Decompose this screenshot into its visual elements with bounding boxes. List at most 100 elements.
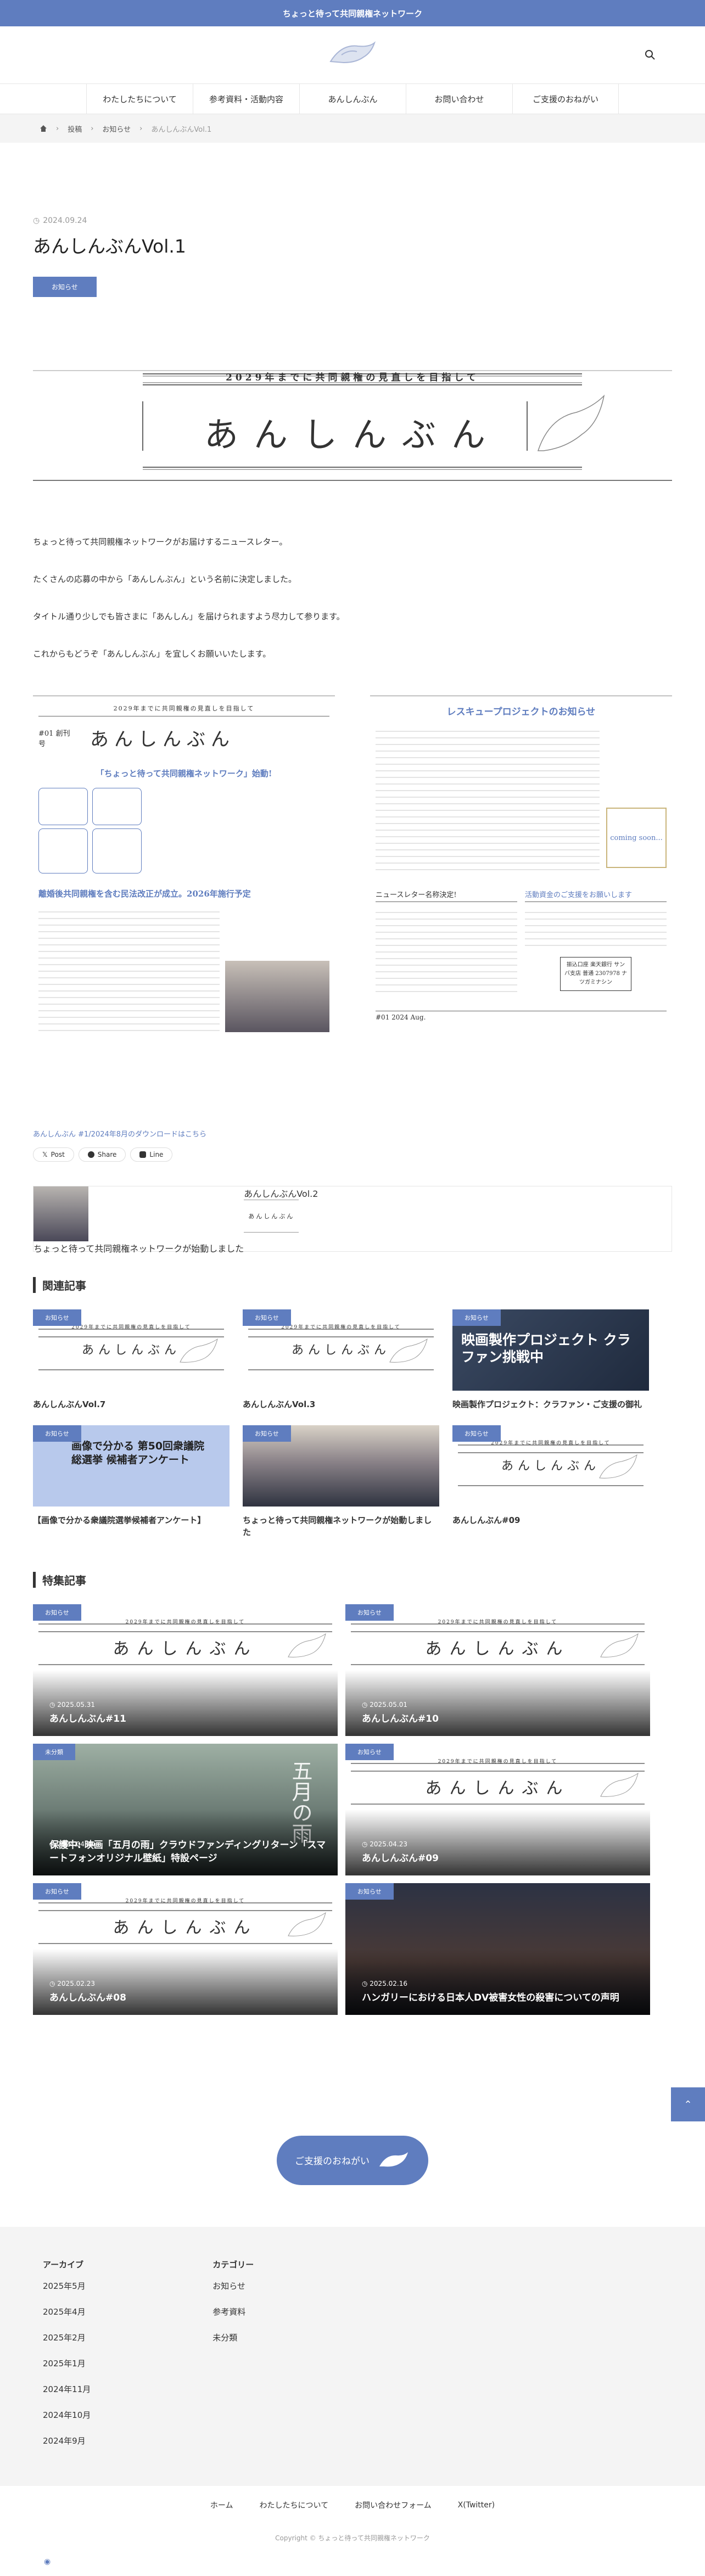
nl-support: 活動資金のご支援をお願いします bbox=[525, 889, 667, 902]
nav-item-support[interactable]: ご支援のおねがい bbox=[512, 84, 619, 114]
featured-card[interactable]: あんしんぶん 2029年までに共同親権の見直しを目指して お知らせ ◷ 2025.05… bbox=[33, 1604, 338, 1736]
nl-issue: #01 創刊号 bbox=[38, 729, 70, 748]
site-title: ちょっと待って共同親権ネットワーク bbox=[282, 8, 423, 19]
support-cta-button[interactable]: ご支援のおねがい bbox=[277, 2135, 428, 2185]
post-date-text: 2024.09.24 bbox=[43, 216, 87, 225]
copyright: Copyright © ちょっと待って共同親権ネットワーク bbox=[275, 2534, 430, 2542]
nl-name-decided: ニュースレター名称決定! bbox=[376, 889, 517, 902]
related-title: 【画像で分かる衆議院選挙候補者アンケート】 bbox=[33, 1515, 206, 1525]
nl-header: 2029年までに共同親権の見直しを目指して bbox=[38, 704, 329, 716]
archive-link[interactable]: 2025年5月 bbox=[43, 2280, 91, 2292]
breadcrumb-news[interactable]: お知らせ bbox=[102, 124, 131, 134]
related-title: あんしんぶん#09 bbox=[452, 1515, 521, 1525]
related-thumb: 映画製作プロジェクト クラファン挑戦中 お知らせ bbox=[452, 1309, 649, 1391]
related-card[interactable]: あんしんぶん 2029年までに共同親権の見直しを目指して お知らせ あんしんぶんVol… bbox=[33, 1309, 230, 1411]
footer-nav-home[interactable]: ホーム bbox=[210, 2500, 233, 2511]
category-badge: お知らせ bbox=[33, 1425, 81, 1442]
share-facebook-label: Share bbox=[97, 1151, 117, 1158]
rss-icon[interactable]: ◉ bbox=[44, 2557, 51, 2566]
category-badge: お知らせ bbox=[33, 1309, 81, 1326]
article: ◷ 2024.09.24 あんしんぶんVol.1 お知らせ 2029年までに共同親… bbox=[0, 216, 705, 2185]
nav-item-anshinbun[interactable]: あんしんぶん bbox=[299, 84, 406, 114]
related-card[interactable]: 映画製作プロジェクト クラファン挑戦中 お知らせ映画製作プロジェクト：クラファン・… bbox=[452, 1309, 649, 1411]
thumb-title: あんしんぶん bbox=[501, 1459, 600, 1473]
global-nav: わたしたちについて 参考資料・活動内容 あんしんぶん お問い合わせ ご支援のおね… bbox=[0, 83, 705, 114]
related-grid: あんしんぶん 2029年までに共同親権の見直しを目指して お知らせあんしんぶんVol… bbox=[33, 1309, 672, 1539]
featured-card[interactable]: あんしんぶん 2029年までに共同親権の見直しを目指して お知らせ ◷ 2025.04… bbox=[345, 1743, 650, 1875]
dove-logo-icon[interactable] bbox=[325, 38, 380, 71]
archive-link[interactable]: 2025年2月 bbox=[43, 2332, 91, 2343]
thumb-title: あんしんぶん bbox=[425, 1778, 570, 1798]
archive-link[interactable]: 2024年10月 bbox=[43, 2409, 91, 2421]
category-link[interactable]: お知らせ bbox=[212, 2280, 254, 2292]
related-card[interactable]: あんしんぶん 2029年までに共同親権の見直しを目指して お知らせ あんしんぶん#09 bbox=[452, 1425, 649, 1539]
breadcrumb: › 投稿 › お知らせ › あんしんぶんVol.1 bbox=[0, 114, 705, 143]
share-x-button[interactable]: 𝕏 Post bbox=[33, 1147, 74, 1162]
share-line-button[interactable]: Line bbox=[130, 1147, 173, 1162]
featured-title: あんしんぶん#10 bbox=[362, 1713, 439, 1724]
category-link[interactable]: 未分類 bbox=[212, 2332, 254, 2343]
category-button[interactable]: お知らせ bbox=[33, 277, 97, 297]
related-card[interactable]: お知らせ ちょっと待って共同親権ネットワークが始動しました bbox=[243, 1425, 439, 1539]
archive-link[interactable]: 2025年4月 bbox=[43, 2306, 91, 2317]
article-paragraph: これからもどうぞ「あんしんぶん」を宜しくお願いいたします。 bbox=[33, 649, 271, 659]
chevron-up-icon: ⌃ bbox=[684, 2098, 692, 2110]
breadcrumb-posts[interactable]: 投稿 bbox=[68, 124, 82, 134]
next-post-link[interactable]: あんしんぶんVol.2 あんしんぶん bbox=[244, 1186, 318, 1251]
share-x-label: Post bbox=[51, 1151, 65, 1158]
archive-link[interactable]: 2025年1月 bbox=[43, 2357, 91, 2369]
featured-date: ◷ 2025.05.31 bbox=[49, 1700, 95, 1709]
featured-card[interactable]: あんしんぶん 2029年までに共同親権の見直しを目指して お知らせ ◷ 2025.02… bbox=[33, 1883, 338, 2015]
featured-date: ◷ 2025.05.01 bbox=[362, 1700, 407, 1709]
article-paragraph: たくさんの応募の中から「あんしんぶん」という名前に決定しました。 bbox=[33, 574, 297, 584]
breadcrumb-current: あんしんぶんVol.1 bbox=[151, 125, 212, 134]
footer-nav-contact[interactable]: お問い合わせフォーム bbox=[355, 2500, 432, 2511]
category-badge: お知らせ bbox=[452, 1425, 501, 1442]
related-title: ちょっと待って共同親権ネットワークが始動しました bbox=[243, 1515, 432, 1538]
footer-nav: ホーム わたしたちについて お問い合わせフォーム X(Twitter) bbox=[0, 2486, 705, 2524]
share-buttons: 𝕏 Post Share Line bbox=[33, 1147, 672, 1162]
nl-launch: 「ちょっと待って共同親権ネットワーク」始動! bbox=[96, 769, 272, 779]
category-link[interactable]: 参考資料 bbox=[212, 2306, 254, 2317]
post-navigation: ちょっと待って共同親権ネットワークが始動しました あんしんぶんVol.2 あんし… bbox=[33, 1186, 672, 1254]
prev-post-link[interactable]: ちょっと待って共同親権ネットワークが始動しました bbox=[33, 1186, 244, 1254]
search-icon[interactable] bbox=[645, 49, 656, 60]
prev-post-thumb bbox=[33, 1186, 88, 1241]
pdf-download-link[interactable]: あんしんぶん #1/2024年8月のダウンロードはこちら bbox=[33, 1128, 672, 1139]
clock-icon: ◷ bbox=[33, 216, 40, 225]
footer-nav-about[interactable]: わたしたちについて bbox=[259, 2500, 328, 2511]
archive-link[interactable]: 2024年11月 bbox=[43, 2383, 91, 2395]
footer-nav-twitter[interactable]: X(Twitter) bbox=[458, 2501, 495, 2510]
page-top-button[interactable]: ⌃ bbox=[671, 2087, 705, 2121]
related-thumb: 画像で分かる 第50回衆議院総選挙 候補者アンケート お知らせ bbox=[33, 1425, 230, 1507]
related-card[interactable]: 画像で分かる 第50回衆議院総選挙 候補者アンケート お知らせ【画像で分かる衆議院… bbox=[33, 1425, 230, 1539]
related-title: あんしんぶんVol.3 bbox=[243, 1399, 316, 1409]
newsletter-image[interactable]: 2029年までに共同親権の見直しを目指して #01 創刊号 あんしんぶん 「ちょ… bbox=[33, 696, 672, 1113]
featured-date: ◷ 2025.02.16 bbox=[362, 1979, 407, 1987]
home-icon[interactable] bbox=[40, 125, 47, 132]
category-badge: お知らせ bbox=[243, 1309, 291, 1326]
next-post-title: あんしんぶんVol.2 bbox=[244, 1189, 318, 1199]
featured-card[interactable]: お知らせ ◷ 2025.02.16 ハンガリーにおける日本人DV被害女性の殺害につい… bbox=[345, 1883, 650, 2015]
next-post-thumb: あんしんぶん bbox=[244, 1200, 299, 1233]
chevron-right-icon: › bbox=[139, 124, 143, 133]
archive-link[interactable]: 2024年9月 bbox=[43, 2435, 91, 2446]
category-badge: お知らせ bbox=[345, 1743, 394, 1760]
featured-card[interactable]: 五月の雨 未分類 ◷ 2024.04.30 保護中: 映画「五月の雨」クラウドファンデ… bbox=[33, 1743, 338, 1875]
footer-widgets: アーカイブ 2025年5月 2025年4月 2025年2月 2025年1月 2024年1… bbox=[0, 2226, 705, 2486]
related-title: 映画製作プロジェクト：クラファン・ご支援の御礼 bbox=[452, 1399, 642, 1409]
nav-item-resources[interactable]: 参考資料・活動内容 bbox=[193, 84, 299, 114]
nav-item-contact[interactable]: お問い合わせ bbox=[406, 84, 512, 114]
related-thumb: あんしんぶん 2029年までに共同親権の見直しを目指して お知らせ bbox=[243, 1309, 439, 1391]
related-title: あんしんぶんVol.7 bbox=[33, 1399, 106, 1409]
featured-card[interactable]: あんしんぶん 2029年までに共同親権の見直しを目指して お知らせ ◷ 2025.05… bbox=[345, 1604, 650, 1736]
nl-rescue: レスキュープロジェクトのお知らせ bbox=[446, 707, 596, 718]
nav-item-about[interactable]: わたしたちについて bbox=[86, 84, 193, 114]
share-facebook-button[interactable]: Share bbox=[78, 1147, 126, 1162]
related-card[interactable]: あんしんぶん 2029年までに共同親権の見直しを目指して お知らせあんしんぶんVol… bbox=[243, 1309, 439, 1411]
thumb-title: あんしんぶん bbox=[113, 1918, 258, 1937]
featured-grid: あんしんぶん 2029年までに共同親権の見直しを目指して お知らせ ◷ 2025.05… bbox=[33, 1604, 672, 2015]
header bbox=[0, 26, 705, 83]
category-badge: お知らせ bbox=[33, 1604, 81, 1621]
featured-title: あんしんぶん#11 bbox=[49, 1713, 126, 1724]
